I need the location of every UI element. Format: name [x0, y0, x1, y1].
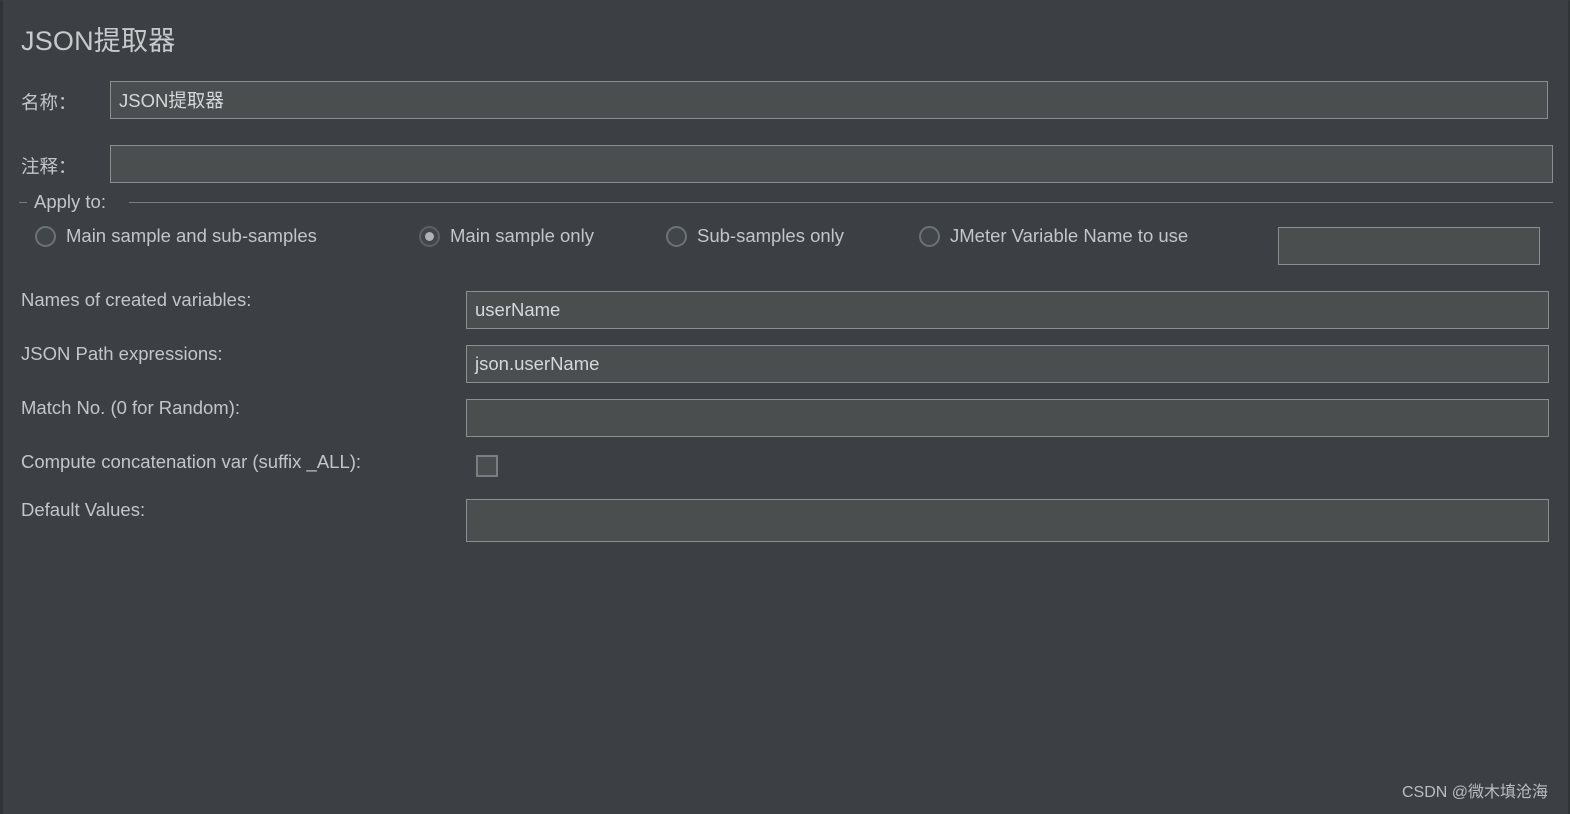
- comment-input[interactable]: [110, 145, 1553, 183]
- name-label: 名称：: [21, 92, 77, 113]
- radio-main-sample-and-sub-samples[interactable]: Main sample and sub-samples: [35, 225, 317, 247]
- radio-icon[interactable]: [919, 225, 940, 247]
- comment-label: 注释：: [21, 156, 77, 177]
- radio-icon[interactable]: [35, 225, 56, 247]
- radio-label: Main sample and sub-samples: [66, 225, 317, 246]
- radio-label: Sub-samples only: [697, 225, 845, 246]
- json-extractor-panel: JSON提取器 名称： JSON提取器 注释： Apply to: Main s…: [0, 0, 1570, 814]
- page-title: JSON提取器: [21, 26, 176, 56]
- json-path-expressions-label: JSON Path expressions:: [21, 343, 223, 364]
- default-values-label: Default Values:: [21, 499, 146, 520]
- group-border-line: [129, 202, 1553, 203]
- radio-icon[interactable]: [666, 225, 687, 247]
- radio-sub-samples-only[interactable]: Sub-samples only: [666, 225, 844, 247]
- name-input[interactable]: JSON提取器: [110, 81, 1548, 119]
- radio-main-sample-only[interactable]: Main sample only: [419, 225, 594, 247]
- names-of-created-variables-label: Names of created variables:: [21, 289, 252, 310]
- radio-label: Main sample only: [450, 225, 594, 246]
- compute-concatenation-label: Compute concatenation var (suffix _ALL):: [21, 451, 362, 472]
- compute-concatenation-checkbox[interactable]: [476, 455, 498, 477]
- match-number-input[interactable]: [466, 399, 1549, 437]
- default-values-input[interactable]: [466, 499, 1549, 542]
- match-number-label: Match No. (0 for Random):: [21, 397, 240, 418]
- watermark-text: CSDN @微木填沧海: [1401, 784, 1548, 801]
- radio-label: JMeter Variable Name to use: [950, 225, 1189, 246]
- radio-icon-selected[interactable]: [419, 225, 440, 247]
- group-border-stub: [19, 202, 27, 203]
- apply-to-legend: Apply to:: [32, 191, 108, 213]
- names-of-created-variables-input[interactable]: userName: [466, 291, 1549, 329]
- radio-jmeter-variable-name[interactable]: JMeter Variable Name to use: [919, 225, 1188, 247]
- jmeter-variable-name-input[interactable]: [1278, 227, 1540, 265]
- json-path-expressions-input[interactable]: json.userName: [466, 345, 1549, 383]
